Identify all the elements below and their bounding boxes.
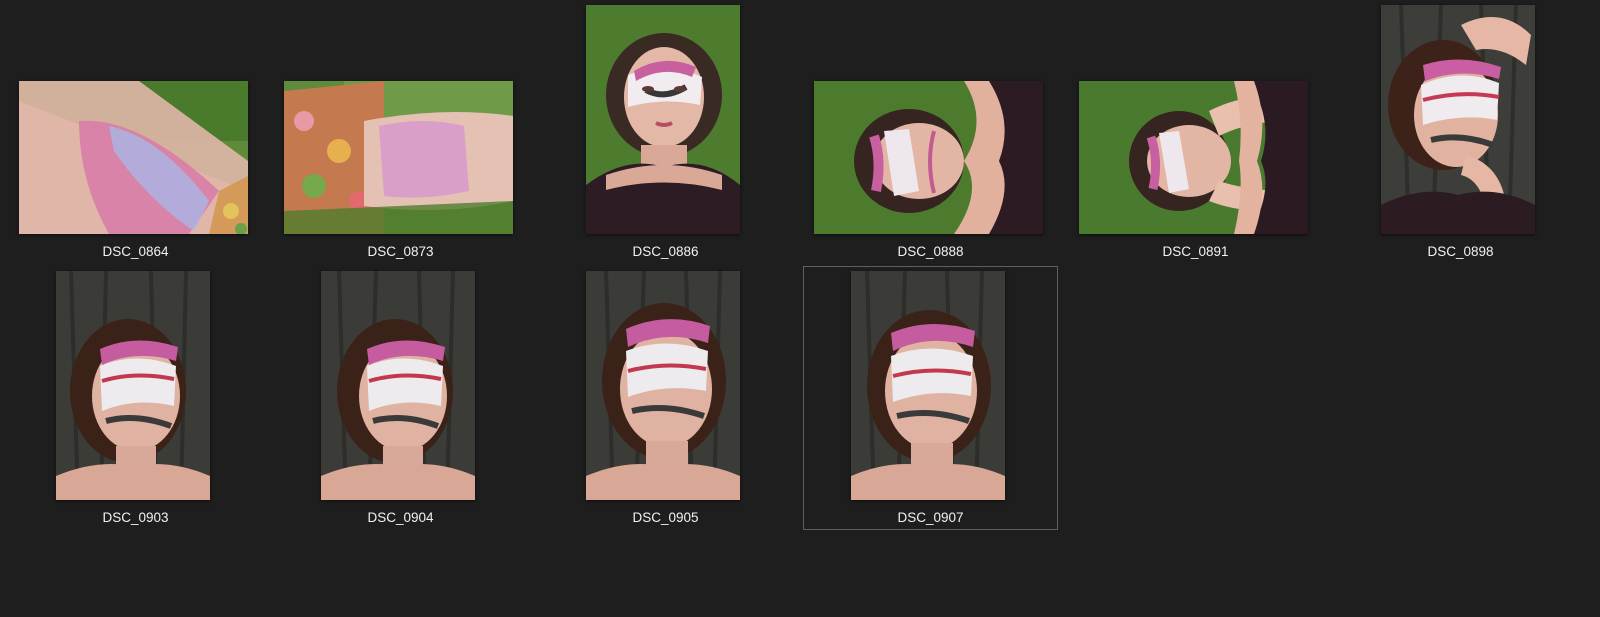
thumbnail-image: [851, 271, 1005, 500]
file-thumbnail-dsc-0905[interactable]: DSC_0905: [538, 266, 793, 530]
thumbnail-image: [814, 81, 1043, 234]
file-name-label: DSC_0891: [1162, 244, 1229, 259]
file-name-label: DSC_0873: [367, 244, 434, 259]
thumbnail-image: [586, 271, 740, 500]
thumbnail-image: [1079, 81, 1308, 234]
thumbnail-grid: DSC_0864 DSC_0873 DSC_0886 DSC_0888 DSC_…: [0, 0, 1600, 617]
file-thumbnail-dsc-0904[interactable]: DSC_0904: [273, 266, 528, 530]
file-thumbnail-dsc-0864[interactable]: DSC_0864: [8, 0, 263, 264]
thumbnail-image: [284, 81, 513, 234]
file-thumbnail-dsc-0898[interactable]: DSC_0898: [1333, 0, 1588, 264]
thumbnail-image: [586, 5, 740, 234]
file-thumbnail-dsc-0873[interactable]: DSC_0873: [273, 0, 528, 264]
thumbnail-image: [56, 271, 210, 500]
file-name-label: DSC_0907: [897, 510, 964, 525]
file-name-label: DSC_0886: [632, 244, 699, 259]
file-name-label: DSC_0864: [102, 244, 169, 259]
file-name-label: DSC_0898: [1427, 244, 1494, 259]
file-thumbnail-dsc-0886[interactable]: DSC_0886: [538, 0, 793, 264]
thumbnail-image: [1381, 5, 1535, 234]
file-thumbnail-dsc-0891[interactable]: DSC_0891: [1068, 0, 1323, 264]
thumbnail-image: [321, 271, 475, 500]
file-name-label: DSC_0905: [632, 510, 699, 525]
file-thumbnail-dsc-0903[interactable]: DSC_0903: [8, 266, 263, 530]
file-name-label: DSC_0903: [102, 510, 169, 525]
thumbnail-image: [19, 81, 248, 234]
file-thumbnail-dsc-0907[interactable]: DSC_0907: [803, 266, 1058, 530]
file-thumbnail-dsc-0888[interactable]: DSC_0888: [803, 0, 1058, 264]
file-name-label: DSC_0904: [367, 510, 434, 525]
file-name-label: DSC_0888: [897, 244, 964, 259]
